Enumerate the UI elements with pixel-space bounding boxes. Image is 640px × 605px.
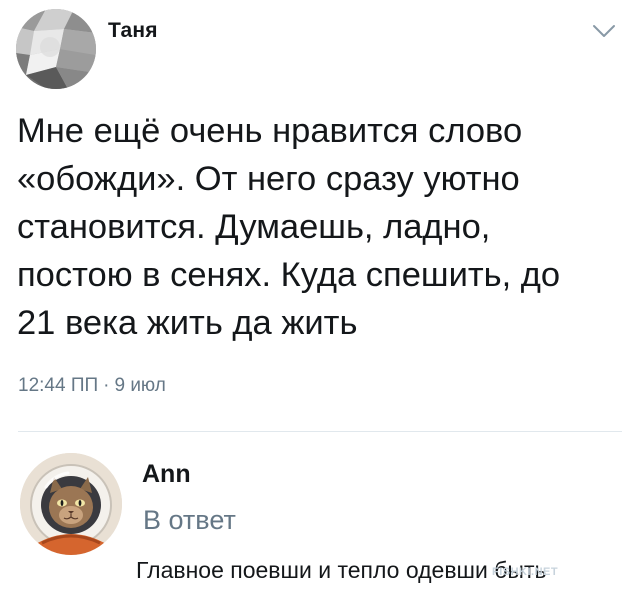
reply-text: Главное поевши и тепло одевши быть <box>136 557 547 583</box>
astronaut-cat-avatar-icon <box>20 453 122 555</box>
tweet-text-line: 21 века жить да жить <box>17 304 358 342</box>
tweet-meta: 12:44 ПП · 9 июл <box>18 375 166 397</box>
tweet-text-line: становится. Думаешь, ладно, <box>17 208 491 246</box>
reply-label: В ответ <box>143 505 236 535</box>
reply-card[interactable]: Ann В ответ Главное поевши и тепло одевш… <box>0 432 640 605</box>
blurred-avatar-icon <box>16 9 96 89</box>
tweet-text-line: постою в сенях. Куда спешить, до <box>17 256 561 294</box>
tweet-date: 9 июл <box>114 375 166 396</box>
watermark: FISHKI.NET <box>492 566 559 578</box>
author-avatar[interactable] <box>16 9 96 89</box>
meta-separator: · <box>103 375 110 396</box>
tweet-card: Таня Мне ещё очень нравится слово «обожд… <box>0 0 640 432</box>
tweet-time: 12:44 ПП <box>18 375 99 396</box>
author-name[interactable]: Таня <box>108 19 158 43</box>
tweet-text-line: «обожди». От него сразу уютно <box>17 160 520 198</box>
reply-avatar[interactable] <box>20 453 122 555</box>
tweet-text: Мне ещё очень нравится слово «обожди». О… <box>17 107 617 347</box>
reply-author-name[interactable]: Ann <box>142 460 191 489</box>
tweet-text-line: Мне ещё очень нравится слово <box>17 112 523 150</box>
chevron-down-icon[interactable] <box>591 22 617 40</box>
